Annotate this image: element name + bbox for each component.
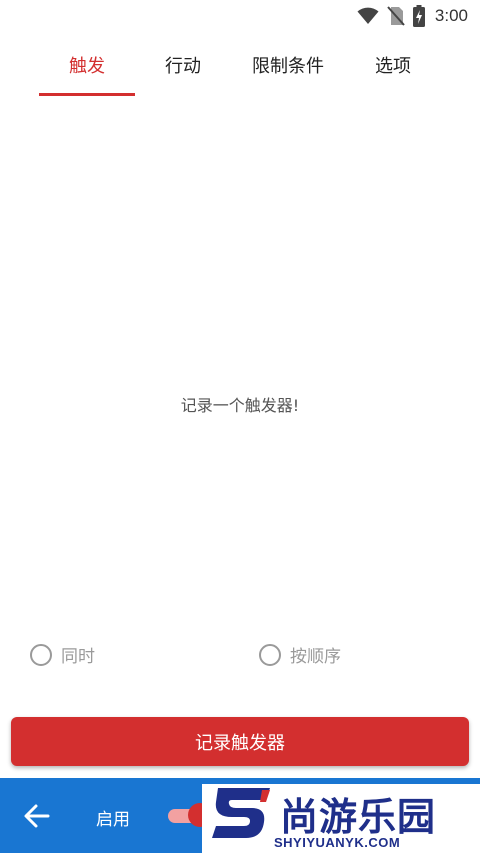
tab-label: 触发 (69, 56, 105, 77)
radio-sequential[interactable]: 按顺序 (259, 642, 341, 667)
tab-trigger[interactable]: 触发 (39, 44, 135, 96)
watermark-logo-icon (212, 788, 270, 842)
radio-label: 按顺序 (290, 647, 341, 667)
radio-group: 同时 按顺序 (0, 642, 480, 672)
enable-label: 启用 (96, 810, 130, 830)
radio-circle-icon (30, 643, 52, 666)
tab-constraints[interactable]: 限制条件 (240, 44, 336, 96)
watermark-title: 尚游乐园 (280, 795, 437, 839)
status-bar: 3:00 (0, 0, 480, 32)
tab-label: 行动 (165, 56, 201, 77)
record-trigger-button[interactable]: 记录触发器 (11, 717, 469, 766)
tab-action[interactable]: 行动 (147, 44, 219, 96)
watermark: 尚游乐园 SHYIYUANYK.COM (202, 784, 480, 853)
battery-charging-icon (412, 5, 425, 27)
watermark-subtitle: SHYIYUANYK.COM (274, 835, 401, 850)
tab-label: 选项 (375, 56, 411, 77)
back-arrow-icon[interactable] (22, 802, 52, 830)
no-sim-icon (387, 6, 405, 26)
radio-circle-icon (259, 643, 281, 666)
radio-label: 同时 (61, 647, 95, 667)
status-time: 3:00 (434, 6, 468, 25)
wifi-icon (357, 7, 379, 25)
empty-message: 记录一个触发器! (180, 396, 300, 415)
tab-label: 限制条件 (252, 56, 324, 77)
radio-simultaneous[interactable]: 同时 (30, 642, 95, 667)
tab-options[interactable]: 选项 (357, 44, 429, 96)
tab-bar: 触发 行动 限制条件 选项 (0, 44, 480, 96)
tab-indicator (39, 93, 135, 96)
